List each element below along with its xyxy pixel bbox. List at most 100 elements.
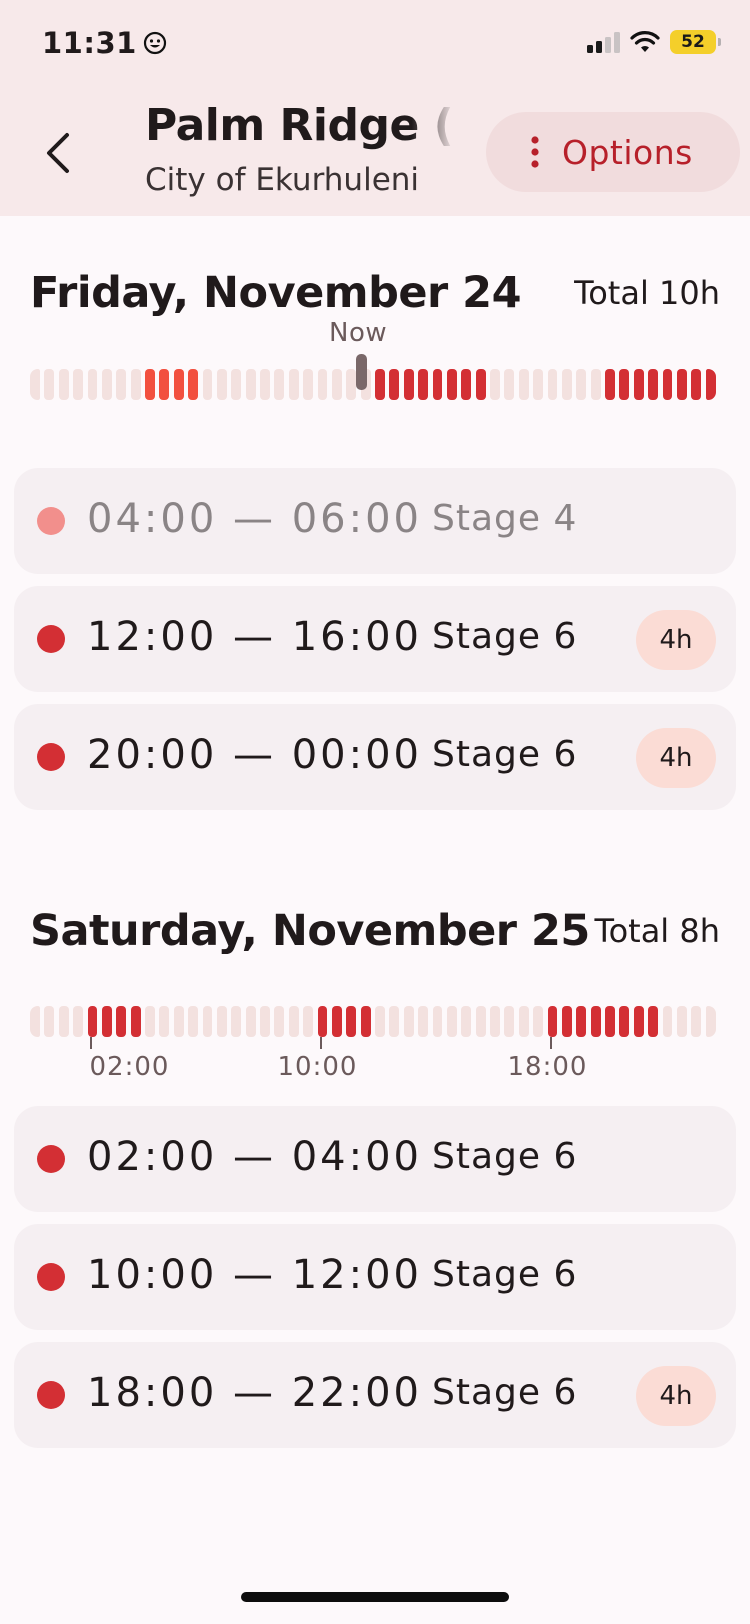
- schedule-segment: [389, 1006, 400, 1037]
- status-dot: [37, 507, 65, 535]
- schedule-segment: [461, 1006, 472, 1037]
- schedule-segment: [561, 1006, 572, 1037]
- schedule-segment: [202, 1006, 213, 1037]
- schedule-segment: [188, 369, 198, 400]
- schedule-segment: [691, 1006, 702, 1037]
- schedule-segment: [518, 1006, 529, 1037]
- now-label: Now: [329, 318, 388, 348]
- schedule-segment: [633, 1006, 644, 1037]
- schedule-segment: [403, 1006, 414, 1037]
- app-screen: 11:31 52 Palm Ridge (4 City of Ekurhulen…: [0, 0, 750, 1624]
- schedule-segment: [461, 369, 472, 400]
- status-dot: [37, 1263, 65, 1291]
- schedule-segment: [547, 369, 558, 400]
- status-dot: [37, 743, 65, 771]
- schedule-segment: [58, 369, 69, 400]
- status-dot: [37, 1381, 65, 1409]
- slot-row[interactable]: 02:00 — 04:00 Stage 6: [14, 1106, 736, 1212]
- slot-row[interactable]: 04:00 — 06:00 Stage 4: [14, 468, 736, 574]
- schedule-segment: [331, 1006, 342, 1037]
- schedule-segment: [590, 369, 601, 400]
- slot-time: 18:00 — 22:00: [87, 1370, 422, 1416]
- schedule-segment: [418, 369, 428, 400]
- status-icons: 52: [587, 30, 721, 54]
- schedule-segment: [360, 1006, 371, 1037]
- schedule-segment: [662, 1006, 673, 1037]
- schedule-segment: [216, 1006, 227, 1037]
- schedule-segment: [504, 1006, 515, 1037]
- time-tick-label: 02:00: [89, 1052, 170, 1082]
- schedule-segment: [648, 1006, 658, 1037]
- day-total: Total 8h: [594, 912, 720, 950]
- schedule-segment: [245, 1006, 256, 1037]
- slot-time: 04:00 — 06:00: [87, 496, 422, 542]
- schedule-segment: [202, 369, 213, 400]
- schedule-segment: [231, 369, 242, 400]
- schedule-segment: [130, 369, 141, 400]
- slot-stage: Stage 6: [432, 1254, 578, 1295]
- slot-time: 02:00 — 04:00: [87, 1134, 422, 1180]
- schedule-segment: [130, 1006, 141, 1037]
- battery-icon: 52: [670, 30, 721, 54]
- schedule-segment: [260, 369, 270, 400]
- schedule-segment: [288, 369, 299, 400]
- schedule-segment: [331, 369, 342, 400]
- schedule-segment: [619, 369, 630, 400]
- schedule-segment: [504, 369, 515, 400]
- schedule-segment: [576, 1006, 587, 1037]
- schedule-segment: [662, 369, 673, 400]
- schedule-segment: [44, 369, 55, 400]
- schedule-segment: [446, 1006, 457, 1037]
- schedule-segment: [676, 369, 687, 400]
- page-subtitle: City of Ekurhuleni: [145, 162, 420, 198]
- slot-row[interactable]: 12:00 — 16:00 Stage 6 4h: [14, 586, 736, 692]
- schedule-segment: [375, 1006, 385, 1037]
- schedule-segment: [389, 369, 400, 400]
- slot-time: 20:00 — 00:00: [87, 732, 422, 778]
- schedule-segment: [188, 1006, 198, 1037]
- slot-row[interactable]: 18:00 — 22:00 Stage 6 4h: [14, 1342, 736, 1448]
- header: 11:31 52 Palm Ridge (4 City of Ekurhulen…: [0, 0, 750, 216]
- schedule-segment: [561, 369, 572, 400]
- schedule-segment: [260, 1006, 270, 1037]
- schedule-segment: [418, 1006, 428, 1037]
- schedule-segment: [705, 1006, 716, 1037]
- schedule-segment: [317, 369, 328, 400]
- schedule-segment: [605, 369, 615, 400]
- schedule-segment: [116, 369, 127, 400]
- schedule-segment: [547, 1006, 558, 1037]
- schedule-segment: [619, 1006, 630, 1037]
- schedule-bar-day-2: [30, 1006, 720, 1037]
- duration-badge: 4h: [636, 728, 716, 788]
- schedule-segment: [274, 1006, 285, 1037]
- schedule-segment: [116, 1006, 127, 1037]
- schedule-segment: [245, 369, 256, 400]
- back-button[interactable]: [28, 118, 88, 188]
- schedule-bar-day-1: [30, 369, 720, 400]
- schedule-segment: [475, 1006, 486, 1037]
- schedule-segment: [346, 369, 357, 400]
- home-indicator: [241, 1592, 509, 1602]
- schedule-segment: [44, 1006, 55, 1037]
- duration-badge: 4h: [636, 1366, 716, 1426]
- cellular-signal-icon: [587, 31, 620, 53]
- schedule-segment: [274, 369, 285, 400]
- day-header-2: Saturday, November 25 Total 8h: [30, 906, 720, 956]
- options-button[interactable]: Options: [486, 112, 740, 192]
- schedule-segment: [490, 1006, 500, 1037]
- schedule-segment: [87, 1006, 98, 1037]
- slot-stage: Stage 6: [432, 1372, 578, 1413]
- slot-row[interactable]: 20:00 — 00:00 Stage 6 4h: [14, 704, 736, 810]
- slot-row[interactable]: 10:00 — 12:00 Stage 6: [14, 1224, 736, 1330]
- schedule-segment: [346, 1006, 357, 1037]
- schedule-segment: [216, 369, 227, 400]
- battery-level: 52: [681, 32, 705, 52]
- schedule-segment: [173, 1006, 184, 1037]
- schedule-segment: [691, 369, 702, 400]
- slot-time: 10:00 — 12:00: [87, 1252, 422, 1298]
- slot-stage: Stage 6: [432, 734, 578, 775]
- schedule-segment: [288, 1006, 299, 1037]
- schedule-segment: [145, 1006, 155, 1037]
- schedule-segment: [403, 369, 414, 400]
- schedule-segment: [518, 369, 529, 400]
